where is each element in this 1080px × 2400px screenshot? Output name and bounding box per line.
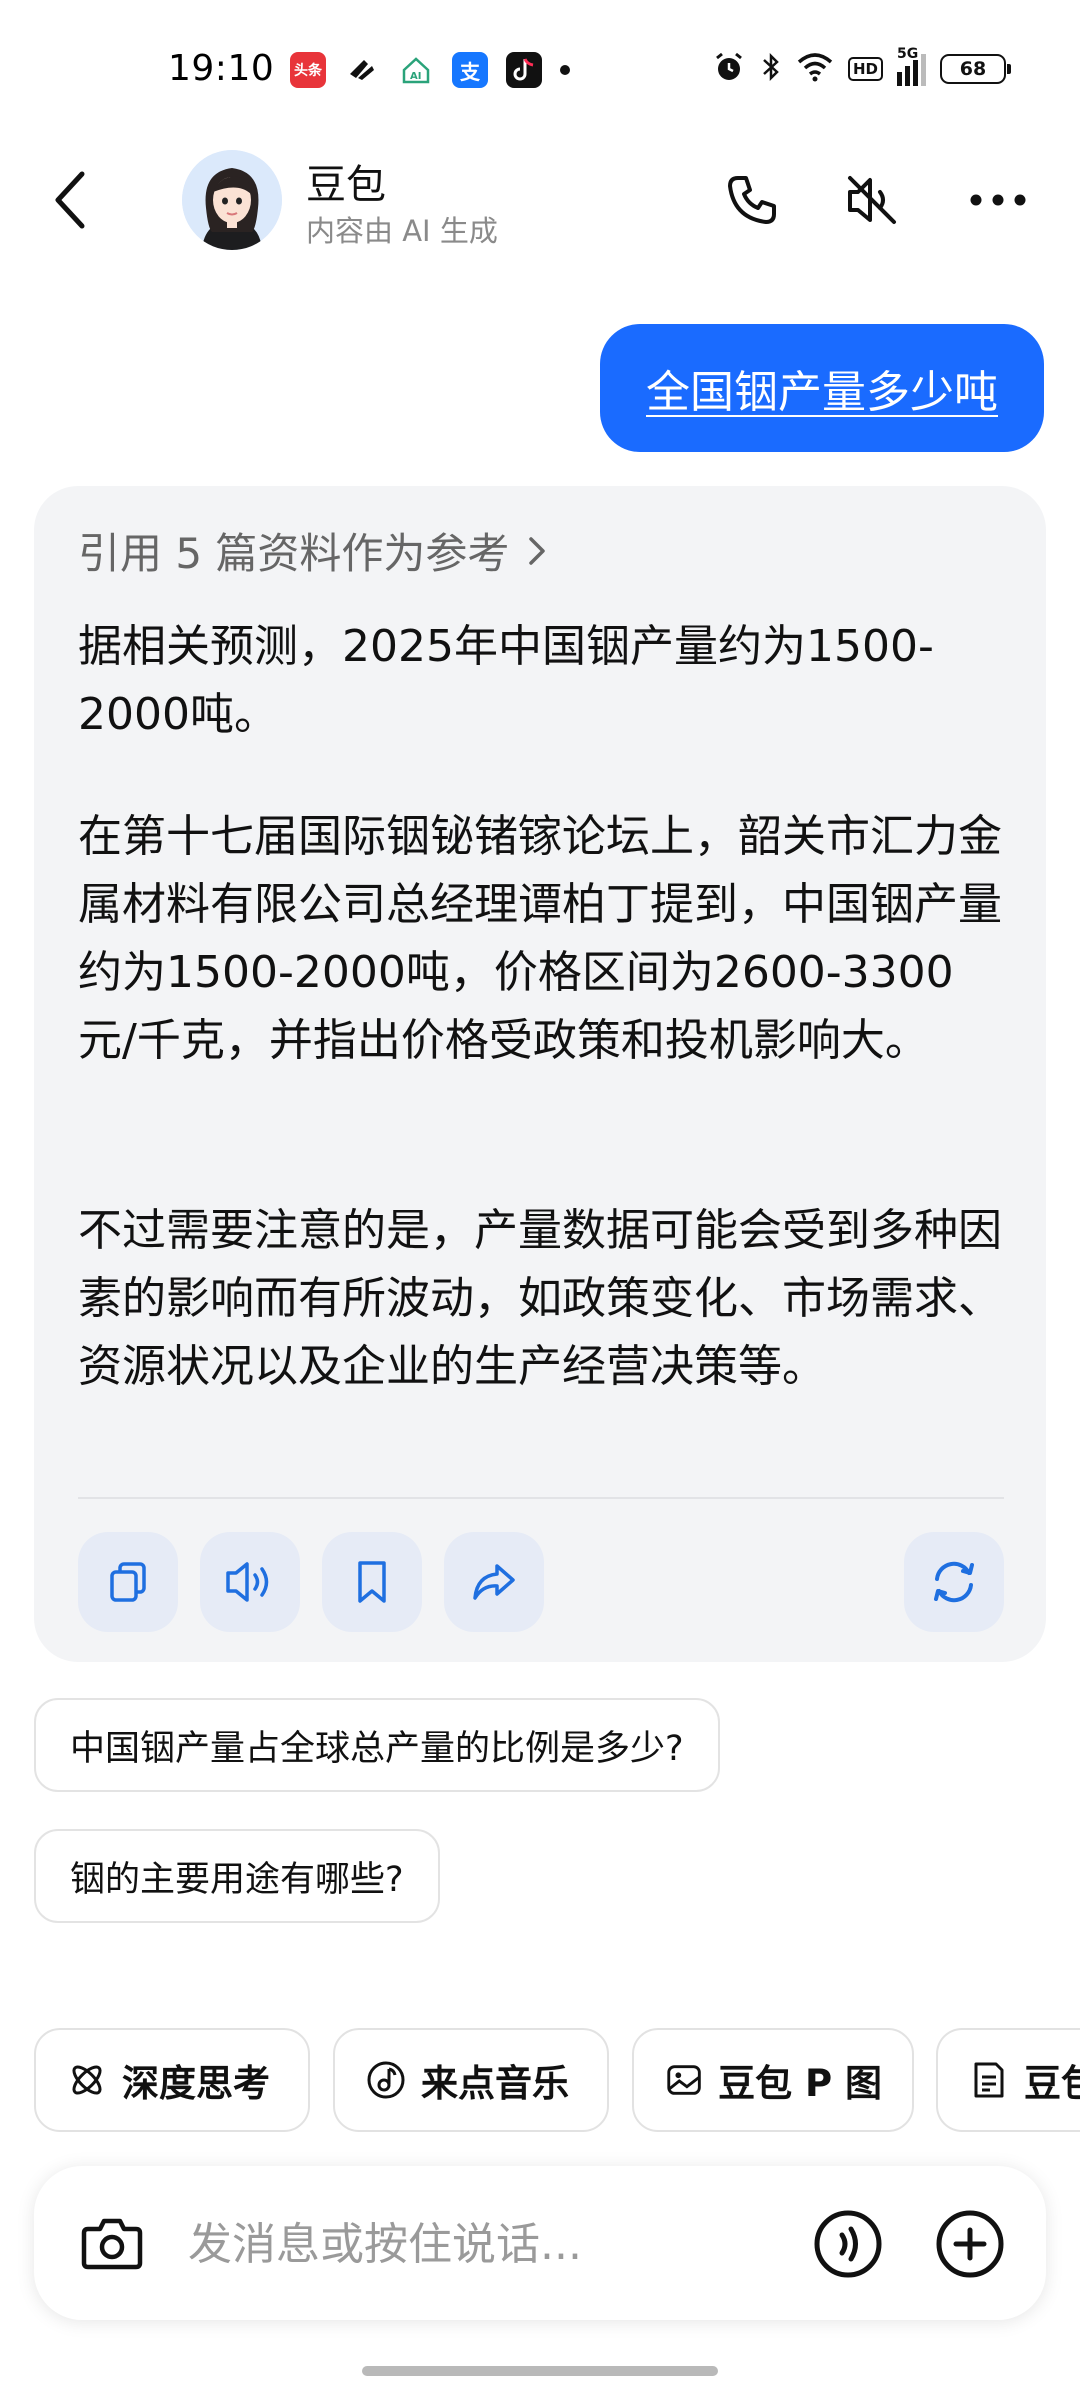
avatar[interactable] xyxy=(182,150,282,250)
share-icon xyxy=(473,1564,515,1600)
copy-button[interactable] xyxy=(78,1532,178,1632)
bot-name: 豆包 xyxy=(306,162,386,208)
chip-photo-edit[interactable]: 豆包 P 图 xyxy=(632,2028,914,2132)
speaker-icon xyxy=(226,1562,269,1602)
chip-label: 深度思考 xyxy=(122,2062,270,2105)
card-divider xyxy=(78,1497,1004,1499)
suggested-question-text: 中国铟产量占全球总产量的比例是多少? xyxy=(70,1728,684,1769)
phone-icon xyxy=(728,176,776,224)
voice-wave-icon xyxy=(814,2210,882,2278)
chip-label: 来点音乐 xyxy=(421,2062,569,2105)
suggested-question[interactable]: 铟的主要用途有哪些? xyxy=(34,1829,440,1923)
feishu-icon xyxy=(344,52,380,88)
status-time: 19:10 xyxy=(168,48,275,89)
ai-home-icon: AI xyxy=(398,52,434,88)
more-horizontal-icon xyxy=(970,194,1026,206)
notification-app-icons: 头条 AI 支 xyxy=(290,52,570,88)
chip-deep-think[interactable]: 深度思考 xyxy=(34,2028,310,2132)
alarm-icon xyxy=(712,50,746,88)
bluetooth-icon xyxy=(760,50,782,88)
references-link[interactable]: 引用 5 篇资料作为参考 xyxy=(78,520,549,581)
camera-button[interactable] xyxy=(72,2203,152,2283)
bookmark-button[interactable] xyxy=(322,1532,422,1632)
ai-generated-disclaimer: 内容由 AI 生成 xyxy=(306,214,498,248)
douyin-icon xyxy=(506,52,542,88)
battery-indicator: 68 xyxy=(940,54,1011,84)
chip-label: 豆包 xyxy=(1024,2062,1080,2105)
deep-think-icon xyxy=(72,2065,102,2095)
chevron-right-icon xyxy=(529,536,546,565)
copy-icon xyxy=(110,1562,146,1602)
voice-call-button[interactable] xyxy=(808,2204,888,2284)
signal-icon: 5G xyxy=(897,46,926,86)
speaker-muted-icon xyxy=(848,176,896,224)
user-message-text[interactable]: 全国铟产量多少吨 xyxy=(646,356,998,420)
system-status-icons: HD 5G 68 xyxy=(712,46,1011,88)
more-options-button[interactable] xyxy=(958,160,1038,240)
hd-badge: HD xyxy=(847,57,883,81)
message-input[interactable] xyxy=(186,2208,750,2280)
network-type-label: 5G xyxy=(897,46,919,62)
regenerate-button[interactable] xyxy=(904,1532,1004,1632)
chip-doubao-more[interactable]: 豆包 xyxy=(936,2028,1080,2132)
chip-music[interactable]: 来点音乐 xyxy=(333,2028,609,2132)
chip-label: 豆包 P 图 xyxy=(718,2062,882,2105)
suggested-question[interactable]: 中国铟产量占全球总产量的比例是多少? xyxy=(34,1698,720,1792)
back-button[interactable] xyxy=(40,160,100,240)
answer-paragraph: 在第十七届国际铟铋锗镓论坛上，韶关市汇力金属材料有限公司总经理谭柏丁提到，中国铟… xyxy=(78,811,1002,1066)
music-icon xyxy=(367,2061,405,2099)
add-attachment-button[interactable] xyxy=(930,2204,1010,2284)
home-indicator[interactable] xyxy=(362,2366,718,2376)
alipay-icon: 支 xyxy=(452,52,488,88)
document-icon xyxy=(974,2062,1004,2098)
share-button[interactable] xyxy=(444,1532,544,1632)
more-notifications-dot xyxy=(560,65,570,75)
read-aloud-button[interactable] xyxy=(200,1532,300,1632)
call-button[interactable] xyxy=(712,160,792,240)
bookmark-icon xyxy=(358,1561,386,1603)
photo-edit-icon xyxy=(667,2065,701,2095)
references-label: 引用 5 篇资料作为参考 xyxy=(78,529,510,578)
chevron-left-icon xyxy=(55,171,85,229)
camera-icon xyxy=(81,2218,143,2270)
wifi-icon xyxy=(796,52,834,86)
answer-paragraph: 据相关预测，2025年中国铟产量约为1500-2000吨。 xyxy=(78,621,934,740)
suggested-question-text: 铟的主要用途有哪些? xyxy=(70,1859,404,1900)
regenerate-icon xyxy=(934,1561,974,1603)
mute-button[interactable] xyxy=(832,160,912,240)
svg-text:AI: AI xyxy=(410,71,421,82)
toutiao-icon: 头条 xyxy=(290,52,326,88)
plus-icon xyxy=(936,2210,1004,2278)
user-message-bubble[interactable]: 全国铟产量多少吨 xyxy=(600,324,1044,452)
answer-paragraph: 不过需要注意的是，产量数据可能会受到多种因素的影响而有所波动，如政策变化、市场需… xyxy=(78,1205,1002,1392)
